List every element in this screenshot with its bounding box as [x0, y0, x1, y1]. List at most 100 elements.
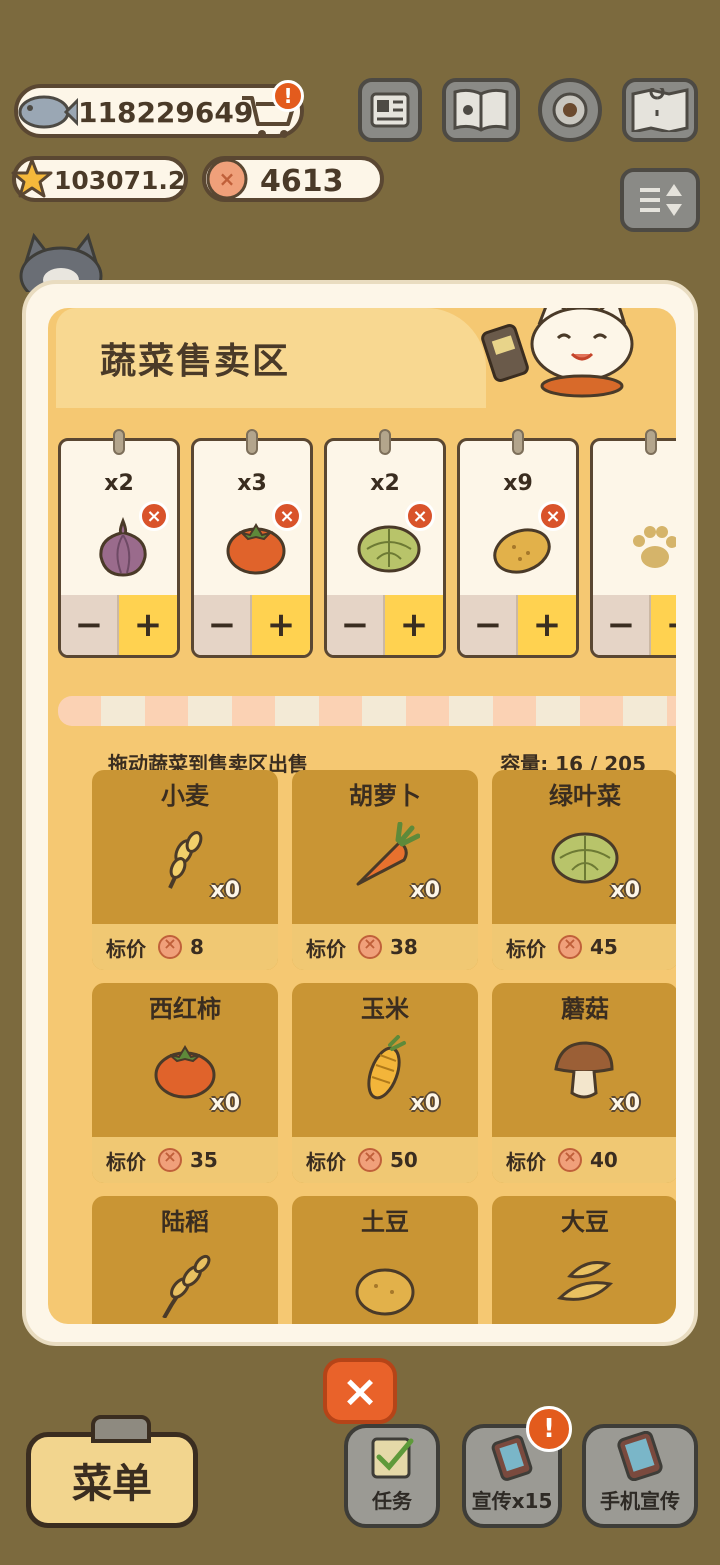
carrot-icon	[356, 822, 420, 886]
decrease-button[interactable]: −	[593, 595, 651, 655]
remove-item-button[interactable]: ×	[405, 501, 435, 531]
panel-inner: 蔬菜售卖区 x2 × − + x3 × − + x2 × − + x9 × − …	[48, 308, 676, 1324]
map-button[interactable]	[622, 78, 698, 142]
price-value: 50	[390, 1148, 418, 1172]
cabbage-icon	[551, 832, 619, 884]
map-icon	[631, 88, 689, 132]
fish-icon	[18, 95, 78, 129]
panel-title: 蔬菜售卖区	[100, 341, 291, 382]
star-counter: 103071.2	[11, 156, 188, 202]
hook-icon	[512, 429, 524, 455]
cart-alert-badge: !	[272, 80, 304, 112]
price-value: 38	[390, 935, 418, 959]
price-label: 标价	[306, 1149, 346, 1174]
slot-quantity: x2	[370, 471, 400, 496]
veg-card-soybean[interactable]: 大豆	[492, 1196, 676, 1324]
decrease-button[interactable]: −	[327, 595, 385, 655]
promo-label: 宣传x15	[471, 1489, 553, 1513]
remove-item-button[interactable]: ×	[139, 501, 169, 531]
close-button[interactable]: ×	[323, 1358, 397, 1424]
veg-card-potato[interactable]: 土豆	[292, 1196, 478, 1324]
tomato-icon	[154, 1045, 216, 1099]
sale-slot[interactable]: x2 × − +	[58, 429, 180, 658]
news-button[interactable]	[358, 78, 422, 142]
price-value: 45	[590, 935, 618, 959]
increase-button[interactable]: +	[518, 595, 576, 655]
slot-quantity: x2	[104, 471, 134, 496]
price-bar: 标价 45	[492, 924, 676, 970]
coin-icon	[358, 934, 382, 959]
veg-name: 小麦	[161, 782, 209, 810]
mushroom-icon	[554, 1041, 614, 1099]
price-bar: 标价 50	[292, 1137, 478, 1183]
awning-stripe	[58, 696, 676, 726]
soybean-icon	[556, 1261, 614, 1301]
phone-paw-icon	[491, 1435, 533, 1481]
coin-icon	[558, 934, 582, 959]
rice-icon	[162, 1254, 211, 1318]
veg-card-greens[interactable]: 绿叶菜 x0 标价 45	[492, 770, 676, 970]
sale-slot[interactable]: x3 × − +	[191, 429, 313, 658]
veg-card-rice[interactable]: 陆稻	[92, 1196, 278, 1324]
potato-icon	[355, 1268, 415, 1316]
veg-count: x0	[410, 878, 441, 903]
phone-promo-button[interactable]: 手机宣传	[582, 1424, 698, 1528]
tasks-button[interactable]: 任务	[344, 1424, 440, 1528]
veg-name: 大豆	[561, 1208, 609, 1236]
coin-icon	[358, 1147, 382, 1172]
veg-card-corn[interactable]: 玉米 x0 标价 50	[292, 983, 478, 1183]
hook-icon	[379, 429, 391, 455]
price-bar: 标价 40	[492, 1137, 676, 1183]
price-bar: 标价 35	[92, 1137, 278, 1183]
decrease-button[interactable]: −	[194, 595, 252, 655]
veg-card-mushroom[interactable]: 蘑菇 x0 标价 40	[492, 983, 676, 1183]
price-value: 8	[190, 935, 204, 959]
veg-count: x0	[610, 878, 641, 903]
decrease-button[interactable]: −	[460, 595, 518, 655]
price-label: 标价	[106, 936, 146, 961]
veg-count: x0	[210, 1091, 241, 1116]
sort-toggle-button[interactable]	[620, 168, 700, 232]
coin-icon	[158, 1147, 182, 1172]
settings-button[interactable]	[538, 78, 602, 142]
veg-name: 西红柿	[149, 995, 221, 1023]
corn-icon	[367, 1035, 406, 1100]
sale-slot[interactable]: x2 × − +	[324, 429, 446, 658]
remove-item-button[interactable]: ×	[272, 501, 302, 531]
price-label: 标价	[506, 1149, 546, 1174]
catalog-button[interactable]	[442, 78, 520, 142]
slot-quantity: x9	[503, 471, 533, 496]
price-label: 标价	[306, 936, 346, 961]
coin-icon	[158, 934, 182, 959]
veg-count: x0	[610, 1091, 641, 1116]
price-label: 标价	[506, 936, 546, 961]
wheat-icon	[168, 831, 203, 889]
price-value: 35	[190, 1148, 218, 1172]
increase-button[interactable]: +	[252, 595, 310, 655]
menu-button[interactable]: 菜单	[26, 1415, 198, 1528]
empty-sale-slot[interactable]: − +	[590, 429, 676, 658]
remove-item-button[interactable]: ×	[538, 501, 568, 531]
hook-icon	[645, 429, 657, 455]
veg-name: 蘑菇	[561, 995, 609, 1023]
paw-icon	[633, 526, 676, 568]
veg-card-tomato[interactable]: 西红柿 x0 标价 35	[92, 983, 278, 1183]
veg-name: 陆稻	[161, 1208, 209, 1236]
coin-icon	[558, 1147, 582, 1172]
sale-slot[interactable]: x9 × − +	[457, 429, 579, 658]
veg-count: x0	[210, 878, 241, 903]
veg-card-carrot[interactable]: 胡萝卜 x0 标价 38	[292, 770, 478, 970]
increase-button[interactable]: +	[385, 595, 443, 655]
phone-paw-icon	[617, 1431, 663, 1481]
price-label: 标价	[106, 1149, 146, 1174]
cashier-cat-icon	[481, 308, 634, 398]
phone-promo-label: 手机宣传	[600, 1489, 680, 1513]
veg-name: 绿叶菜	[549, 782, 621, 810]
tasks-label: 任务	[372, 1489, 412, 1513]
veg-card-wheat[interactable]: 小麦 x0 标价 8	[92, 770, 278, 970]
increase-button[interactable]: +	[651, 595, 676, 655]
increase-button[interactable]: +	[119, 595, 177, 655]
vegetable-sale-panel: 蔬菜售卖区 x2 × − + x3 × − + x2 × − + x9 × − …	[22, 280, 698, 1346]
veg-name: 土豆	[361, 1208, 409, 1236]
decrease-button[interactable]: −	[61, 595, 119, 655]
